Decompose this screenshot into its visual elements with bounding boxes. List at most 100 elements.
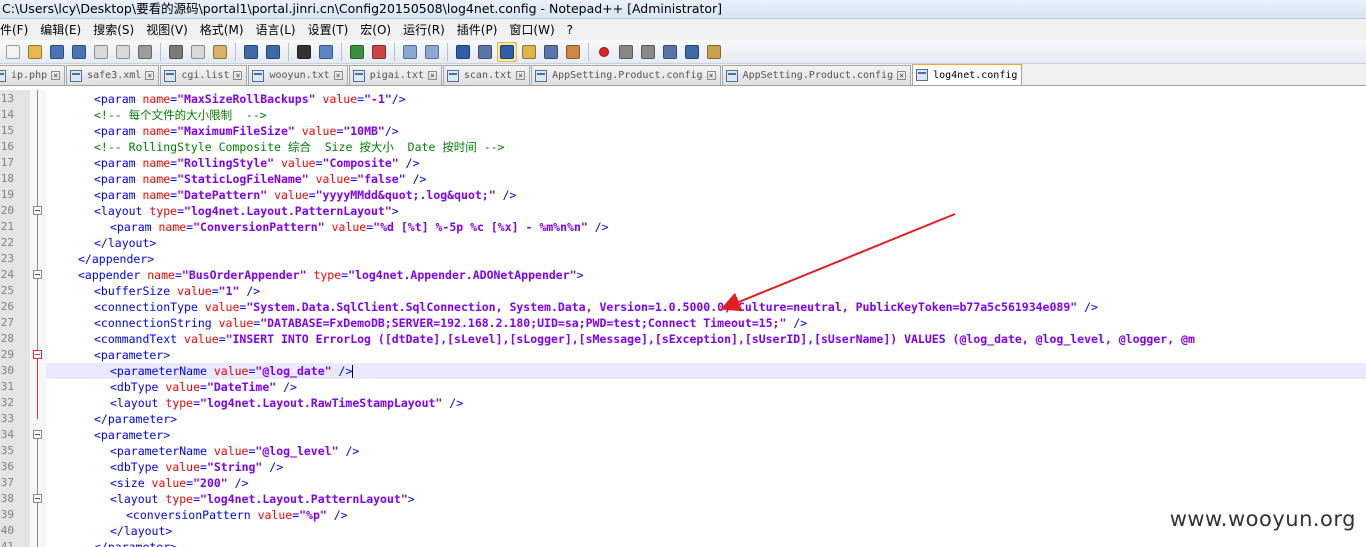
close-tab-icon[interactable]: × <box>897 71 907 80</box>
save-all-button[interactable] <box>69 42 89 62</box>
undo-button[interactable] <box>241 42 261 62</box>
menu-item[interactable]: ? <box>561 20 579 40</box>
close-tab-icon[interactable]: × <box>516 71 526 80</box>
code-token: </layout> <box>94 236 157 250</box>
print-button[interactable] <box>135 42 155 62</box>
undo-icon <box>244 44 258 59</box>
code-line[interactable]: 21 <param name="ConversionPattern" value=… <box>0 219 1366 235</box>
save-button[interactable] <box>47 42 67 62</box>
code-line[interactable]: 35 <parameterName value="@log_level" /> <box>0 443 1366 459</box>
code-line[interactable]: 18 <param name="StaticLogFileName" value=… <box>0 171 1366 187</box>
code-line[interactable]: 34 <parameter> <box>0 427 1366 443</box>
code-text: <!-- 每个文件的大小限制 --> <box>94 107 267 123</box>
code-line[interactable]: 17 <param name="RollingStyle" value="Comp… <box>0 155 1366 171</box>
open-file-button[interactable] <box>25 42 45 62</box>
code-token: /> <box>331 364 353 378</box>
menu-item[interactable]: 格式(M) <box>194 20 250 40</box>
close-all-button[interactable] <box>113 42 133 62</box>
code-line[interactable]: 26 <connectionType value="System.Data.Sql… <box>0 299 1366 315</box>
code-line[interactable]: 36 <dbType value="String" /> <box>0 459 1366 475</box>
code-line[interactable]: 16 <!-- RollingStyle Composite 综合 Size 按大… <box>0 139 1366 155</box>
close-tab-icon[interactable]: × <box>233 71 243 80</box>
sync-horizontal-button[interactable] <box>422 42 442 62</box>
menu-item[interactable]: 窗口(W) <box>503 20 560 40</box>
code-line[interactable]: 41 </parameter> <box>0 539 1366 547</box>
run-macro-multiple-button[interactable] <box>660 42 680 62</box>
close-button[interactable] <box>91 42 111 62</box>
new-file-button[interactable] <box>3 42 23 62</box>
find-button[interactable] <box>294 42 314 62</box>
code-line[interactable]: 32 <layout type="log4net.Layout.RawTimeSt… <box>0 395 1366 411</box>
code-line[interactable]: 14 <!-- 每个文件的大小限制 --> <box>0 107 1366 123</box>
code-line[interactable]: 22 </layout> <box>0 235 1366 251</box>
print-icon <box>138 44 152 59</box>
code-line[interactable]: 31 <dbType value="DateTime" /> <box>0 379 1366 395</box>
menu-item[interactable]: 运行(R) <box>397 20 451 40</box>
save-macro-button[interactable] <box>682 42 702 62</box>
code-line[interactable]: 25 <bufferSize value="1" /> <box>0 283 1366 299</box>
stop-macro-button[interactable] <box>616 42 636 62</box>
redo-button[interactable] <box>263 42 283 62</box>
close-tab-icon[interactable]: × <box>706 71 716 80</box>
close-tab-icon[interactable]: × <box>333 71 343 80</box>
code-line[interactable]: 33 </parameter> <box>0 411 1366 427</box>
paste-button[interactable] <box>210 42 230 62</box>
tab-file[interactable]: wooyun.txt × <box>248 65 348 85</box>
tab-file[interactable]: pigai.txt × <box>348 65 442 85</box>
spellcheck-button[interactable] <box>704 42 724 62</box>
replace-icon <box>319 44 333 59</box>
code-token: value <box>280 156 316 170</box>
code-line[interactable]: 20 <layout type="log4net.Layout.PatternLa… <box>0 203 1366 219</box>
code-line[interactable]: 39 <conversionPattern value="%p" /> <box>0 507 1366 523</box>
code-line[interactable]: 37 <size value="200" /> <box>0 475 1366 491</box>
line-number: 13 <box>0 92 14 105</box>
zoom-out-button[interactable] <box>369 42 389 62</box>
code-line[interactable]: 15 <param name="MaximumFileSize" value="1… <box>0 123 1366 139</box>
tab-file[interactable]: AppSetting.Product.config × <box>721 65 912 85</box>
menu-item[interactable]: 搜索(S) <box>87 20 140 40</box>
close-tab-icon[interactable]: × <box>145 71 155 80</box>
function-list-button[interactable] <box>541 42 561 62</box>
tab-file[interactable]: cgi.list × <box>160 65 248 85</box>
code-line[interactable]: 29 <parameter> <box>0 347 1366 363</box>
code-line[interactable]: 38 <layout type="log4net.Layout.PatternLa… <box>0 491 1366 507</box>
code-line-current[interactable]: 30 <parameterName value="@log_date" /> <box>1 363 1366 379</box>
cut-button[interactable] <box>166 42 186 62</box>
tab-file[interactable]: log4net.config <box>912 64 1023 85</box>
replace-button[interactable] <box>316 42 336 62</box>
tab-file[interactable]: scan.txt × <box>442 65 531 85</box>
menu-item[interactable]: 件(F) <box>0 20 34 40</box>
code-text: <parameter> <box>94 427 170 443</box>
close-tab-icon[interactable]: × <box>427 71 437 80</box>
menu-item[interactable]: 编辑(E) <box>34 20 87 40</box>
folder-workspace-button[interactable] <box>563 42 583 62</box>
file-icon <box>164 69 177 82</box>
menu-item[interactable]: 插件(P) <box>451 20 504 40</box>
menu-item[interactable]: 语言(L) <box>250 20 302 40</box>
word-wrap-button[interactable] <box>453 42 473 62</box>
code-editor[interactable]: 13 <param name="MaxSizeRollBackups" value… <box>0 90 1366 547</box>
copy-button[interactable] <box>188 42 208 62</box>
menu-item[interactable]: 视图(V) <box>140 20 194 40</box>
record-macro-button[interactable] <box>594 42 614 62</box>
zoom-in-button[interactable] <box>347 42 367 62</box>
code-line[interactable]: 13 <param name="MaxSizeRollBackups" value… <box>0 91 1366 107</box>
menu-item[interactable]: 设置(T) <box>302 20 355 40</box>
menu-item[interactable]: 宏(O) <box>354 20 397 40</box>
doc-map-button[interactable] <box>519 42 539 62</box>
sync-vertical-button[interactable] <box>400 42 420 62</box>
code-line[interactable]: 40 </layout> <box>0 523 1366 539</box>
tab-file[interactable]: AppSetting.Product.config × <box>531 65 721 85</box>
code-line[interactable]: 19 <param name="DatePattern" value="yyyyM… <box>0 187 1366 203</box>
show-all-chars-button[interactable] <box>475 42 495 62</box>
play-macro-button[interactable] <box>638 42 658 62</box>
tab-file[interactable]: safe3.xml × <box>66 65 160 85</box>
code-line[interactable]: 23 </appender> <box>0 251 1366 267</box>
tab-file[interactable]: ip.php × <box>0 65 66 85</box>
close-tab-icon[interactable]: × <box>51 71 61 80</box>
code-line[interactable]: 24 <appender name="BusOrderAppender" type… <box>0 267 1366 283</box>
code-line[interactable]: 27 <connectionString value="DATABASE=FxDe… <box>0 315 1366 331</box>
code-line[interactable]: 28 <commandText value="INSERT INTO ErrorL… <box>0 331 1366 347</box>
indent-guide-button[interactable] <box>497 41 517 62</box>
